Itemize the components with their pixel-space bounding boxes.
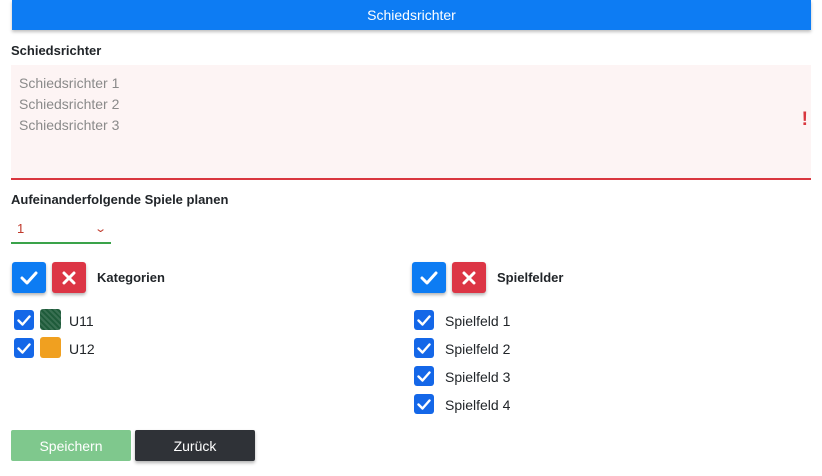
field-checkbox-3[interactable] [414, 366, 434, 386]
check-icon [17, 314, 31, 326]
field-label-4: Spielfeld 4 [445, 397, 511, 413]
referees-label: Schiedsrichter [11, 43, 102, 58]
check-icon [417, 398, 431, 410]
check-icon [417, 314, 431, 326]
field-checkbox-4[interactable] [414, 394, 434, 414]
category-color-swatch [40, 337, 61, 358]
back-button[interactable]: Zurück [135, 430, 255, 461]
consecutive-games-value: 1 [17, 221, 25, 236]
select-all-categories-button[interactable] [12, 262, 46, 293]
field-label-2: Spielfeld 2 [445, 341, 511, 357]
deselect-all-fields-button[interactable] [452, 262, 486, 293]
close-icon [462, 271, 476, 284]
category-checkbox-u11[interactable] [14, 310, 34, 330]
referees-placeholder-line: Schiedsrichter 1 [19, 75, 120, 91]
consecutive-games-select[interactable]: 1 ⌄ [11, 215, 111, 244]
error-icon: ! [801, 109, 808, 130]
referees-placeholder-line: Schiedsrichter 3 [19, 117, 120, 133]
field-checkbox-2[interactable] [414, 338, 434, 358]
category-label-u11: U11 [69, 313, 94, 329]
referees-textarea[interactable]: Schiedsrichter 1 Schiedsrichter 2 Schied… [11, 65, 811, 180]
check-icon [17, 342, 31, 354]
check-icon [20, 271, 38, 284]
close-icon [62, 271, 76, 284]
select-all-fields-button[interactable] [412, 262, 446, 293]
category-label-u12: U12 [69, 341, 95, 357]
referees-placeholder-line: Schiedsrichter 2 [19, 96, 120, 112]
consecutive-games-label: Aufeinanderfolgende Spiele planen [11, 192, 229, 207]
field-label-3: Spielfeld 3 [445, 369, 511, 385]
check-icon [420, 271, 438, 284]
field-checkbox-1[interactable] [414, 310, 434, 330]
page-title: Schiedsrichter [367, 7, 456, 23]
chevron-down-icon: ⌄ [93, 223, 107, 235]
category-color-swatch [40, 309, 61, 330]
check-icon [417, 342, 431, 354]
check-icon [417, 370, 431, 382]
category-checkbox-u12[interactable] [14, 338, 34, 358]
save-button[interactable]: Speichern [11, 430, 131, 461]
deselect-all-categories-button[interactable] [52, 262, 86, 293]
fields-heading: Spielfelder [497, 270, 564, 285]
field-label-1: Spielfeld 1 [445, 313, 511, 329]
page-header: Schiedsrichter [12, 0, 811, 30]
categories-heading: Kategorien [97, 270, 165, 285]
